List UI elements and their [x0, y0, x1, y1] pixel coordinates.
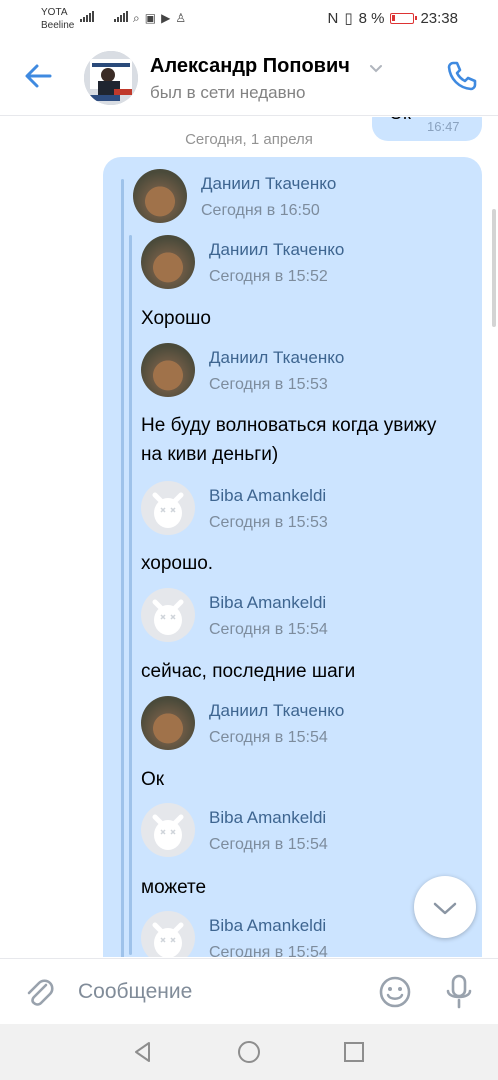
message-text: сейчас, последние шаги — [141, 661, 356, 682]
forwarded-message-bubble[interactable]: Даниил Ткаченко Сегодня в 16:50 Даниил Т… — [103, 157, 482, 957]
arrow-left-icon[interactable] — [20, 58, 56, 94]
message-text: Не буду волноваться когда увижу на киви … — [141, 415, 437, 465]
forwarded-author[interactable]: Даниил Ткаченко — [209, 348, 344, 368]
vk-dog-icon — [152, 922, 184, 957]
vk-dog-icon — [152, 814, 184, 850]
forwarded-author[interactable]: Biba Amankeldi — [209, 916, 326, 936]
notification-icons: ⌕ ▣ ▶ ♙ — [133, 11, 186, 26]
forward-line — [129, 235, 132, 955]
avatar[interactable] — [141, 343, 195, 397]
forwarded-author[interactable]: Biba Amankeldi — [209, 593, 326, 613]
chevron-down-icon — [433, 902, 457, 915]
avatar[interactable] — [141, 235, 195, 289]
forwarded-author[interactable]: Даниил Ткаченко — [209, 240, 344, 260]
carrier-labels: YOTA Beeline — [41, 6, 74, 32]
avatar[interactable] — [141, 911, 195, 957]
forwarded-author[interactable]: Biba Amankeldi — [209, 486, 326, 506]
avatar[interactable] — [141, 803, 195, 857]
vk-dog-icon — [152, 599, 184, 635]
signal-icon — [80, 11, 94, 22]
paperclip-icon[interactable] — [22, 975, 56, 1009]
chevron-down-icon[interactable] — [368, 60, 384, 76]
avatar[interactable] — [133, 169, 187, 223]
carrier-beeline: Beeline — [41, 20, 75, 31]
message-text: хорошо. — [141, 553, 214, 574]
message-input[interactable] — [78, 971, 358, 1013]
forwarded-author[interactable]: Biba Amankeldi — [209, 808, 326, 828]
avatar[interactable] — [141, 481, 195, 535]
scrollbar[interactable] — [492, 209, 496, 327]
date-separator: Сегодня, 1 апреля — [185, 131, 313, 148]
play-icon: ▶ — [161, 11, 171, 25]
message-list[interactable]: Ок 16:47 Сегодня, 1 апреля Даниил Ткачен… — [0, 117, 498, 957]
carrier-yota: YOTA — [41, 7, 68, 18]
smiley-icon[interactable] — [378, 975, 412, 1009]
forwarded-date: Сегодня в 15:54 — [209, 944, 328, 957]
avatar[interactable] — [141, 696, 195, 750]
contact-name[interactable]: Александр Попович — [150, 55, 350, 78]
forwarded-date: Сегодня в 15:54 — [209, 729, 328, 746]
nfc-icon: N — [327, 9, 339, 27]
battery-icon — [390, 12, 418, 24]
forwarded-date: Сегодня в 15:52 — [209, 268, 328, 285]
clock: 23:38 — [420, 9, 458, 27]
forward-line — [121, 179, 124, 957]
status-bar: YOTA Beeline ⌕ ▣ ▶ ♙ N ▯ 8 % 23:38 — [0, 0, 498, 38]
message-text: Хорошо — [141, 308, 211, 329]
message-composer — [0, 958, 498, 1024]
forwarded-author[interactable]: Даниил Ткаченко — [209, 701, 344, 721]
forwarded-author[interactable]: Даниил Ткаченко — [201, 174, 336, 194]
nav-home-icon[interactable] — [235, 1038, 263, 1066]
forwarded-date: Сегодня в 15:54 — [209, 621, 328, 638]
search-icon: ⌕ — [133, 11, 140, 25]
forwarded-date: Сегодня в 16:50 — [201, 202, 320, 219]
forwarded-date: Сегодня в 15:53 — [209, 376, 328, 393]
battery-percent: 8 % — [358, 9, 385, 27]
message-text: Ок — [141, 769, 165, 790]
scroll-down-button[interactable] — [414, 876, 476, 938]
avatar[interactable] — [141, 588, 195, 642]
message-text: Ок — [389, 117, 411, 124]
vk-dog-icon — [152, 492, 184, 528]
contact-status: был в сети недавно — [150, 83, 306, 102]
nav-back-icon[interactable] — [129, 1038, 157, 1066]
odnoklassniki-icon: ♙ — [175, 11, 187, 25]
status-right: N ▯ 8 % 23:38 — [327, 9, 458, 28]
forwarded-date: Сегодня в 15:53 — [209, 514, 328, 531]
microphone-icon[interactable] — [444, 973, 474, 1011]
image-icon: ▣ — [144, 11, 157, 25]
signal-icon — [114, 11, 128, 22]
system-navigation-bar — [0, 1024, 498, 1080]
vibrate-icon: ▯ — [344, 10, 353, 27]
nav-recents-icon[interactable] — [340, 1038, 368, 1066]
phone-icon[interactable] — [444, 58, 480, 94]
chat-header: Александр Попович был в сети недавно — [0, 38, 498, 116]
avatar[interactable] — [84, 51, 138, 105]
forwarded-date: Сегодня в 15:54 — [209, 836, 328, 853]
